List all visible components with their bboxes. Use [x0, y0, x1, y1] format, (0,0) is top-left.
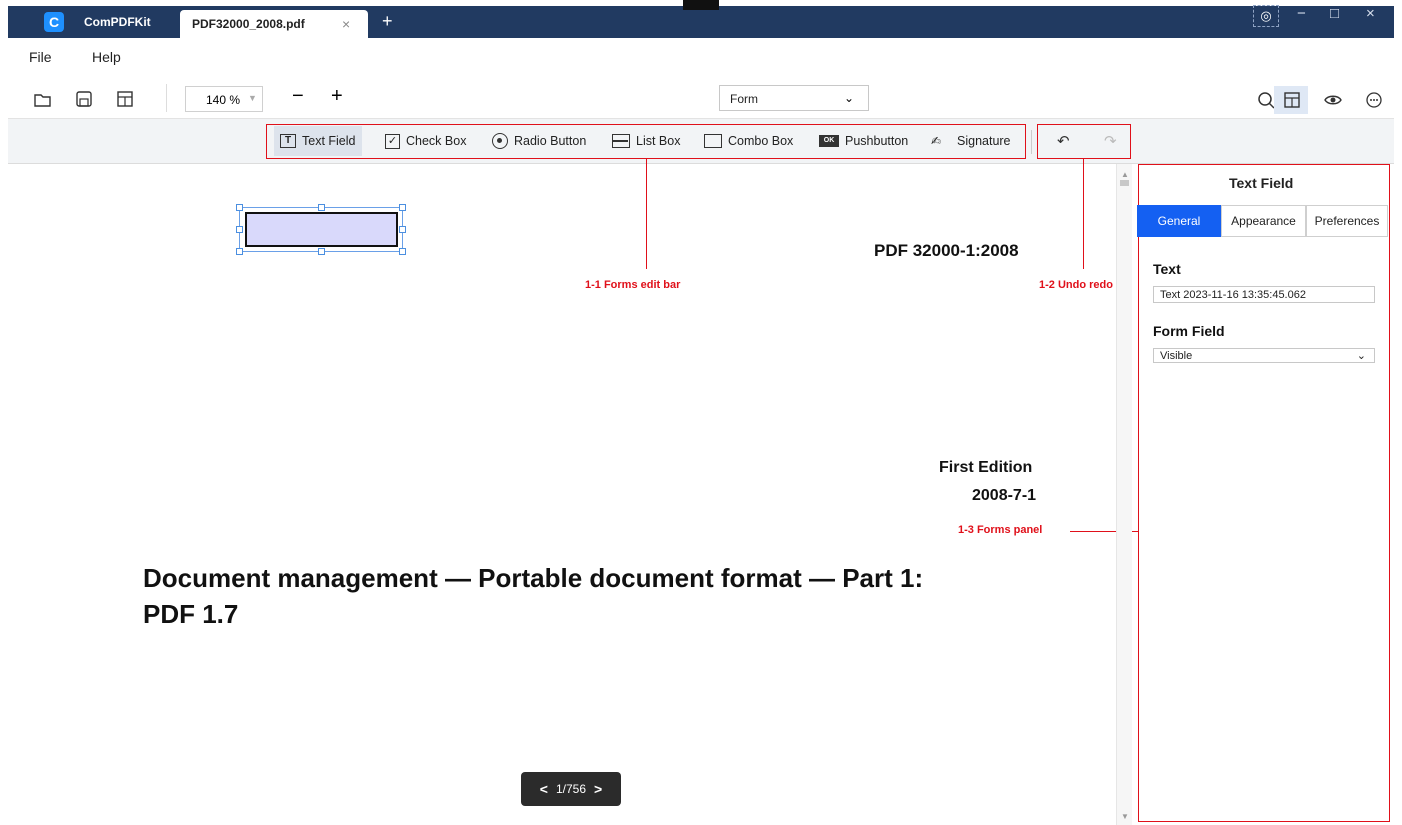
form-field-select[interactable]: Visible ⌄ — [1153, 348, 1375, 363]
maximize-button[interactable]: □ — [1330, 5, 1339, 22]
check-box-label: Check Box — [406, 134, 467, 148]
resize-handle[interactable] — [236, 204, 243, 211]
chevron-down-icon: ⌄ — [844, 91, 855, 105]
panel-title: Text Field — [1229, 175, 1294, 191]
resize-handle[interactable] — [399, 248, 406, 255]
resize-handle[interactable] — [399, 226, 406, 233]
layout-panel-icon[interactable] — [1282, 90, 1302, 110]
layout-icon[interactable] — [115, 89, 135, 109]
settings-eye-icon[interactable]: ◎ — [1253, 5, 1279, 27]
page-indicator: 1/756 — [555, 782, 587, 796]
signature-tool[interactable]: ✍ Signature — [925, 126, 1017, 156]
menu-help[interactable]: Help — [92, 49, 121, 65]
document-tab[interactable]: PDF32000_2008.pdf × — [180, 10, 368, 38]
toolbar-divider — [166, 84, 167, 112]
resize-handle[interactable] — [318, 248, 325, 255]
list-box-label: List Box — [636, 134, 681, 148]
redo-icon[interactable]: ↷ — [1104, 132, 1117, 150]
tab-preferences[interactable]: Preferences — [1306, 205, 1388, 237]
combo-box-tool[interactable]: Combo Box — [698, 126, 799, 156]
next-page-button[interactable]: > — [594, 781, 602, 797]
radio-button-tool[interactable]: Radio Button — [486, 126, 592, 156]
open-folder-icon[interactable] — [33, 90, 53, 110]
more-icon[interactable] — [1364, 90, 1384, 110]
annotation-edit-bar: 1-1 Forms edit bar — [585, 279, 681, 291]
signature-icon: ✍ — [931, 134, 942, 148]
app-name: ComPDFKit — [84, 15, 151, 29]
resize-handle[interactable] — [236, 248, 243, 255]
doc-title-line1: Document management — Portable document … — [143, 563, 924, 593]
doc-title-line2: PDF 1.7 — [143, 599, 239, 629]
page-navigator: < 1/756 > — [521, 772, 621, 806]
pushbutton-icon: OK — [819, 135, 839, 147]
doc-date: 2008-7-1 — [972, 487, 1037, 504]
document-view[interactable] — [8, 164, 1116, 825]
check-box-tool[interactable]: ✓ Check Box — [379, 126, 472, 156]
text-field-label: Text Field — [302, 134, 356, 148]
menu-bar: File Help — [8, 38, 1394, 70]
resize-handle[interactable] — [236, 226, 243, 233]
save-icon[interactable] — [74, 89, 94, 109]
mode-value: Form — [730, 92, 758, 106]
radio-button-icon — [492, 133, 508, 149]
title-bar: C ComPDFKit PDF32000_2008.pdf × + — [8, 6, 1394, 38]
signature-label: Signature — [957, 134, 1011, 148]
chevron-down-icon: ▼ — [248, 93, 257, 103]
check-box-icon: ✓ — [385, 133, 400, 149]
document-tab-label: PDF32000_2008.pdf — [192, 17, 305, 31]
annotation-undo-redo: 1-2 Undo redo — [1039, 279, 1113, 291]
new-tab-button[interactable]: + — [382, 11, 393, 32]
annotation-forms-panel: 1-3 Forms panel — [958, 524, 1043, 536]
chevron-up-icon[interactable]: ▲ — [1121, 170, 1129, 179]
text-field-tool[interactable]: T Text Field — [274, 126, 362, 156]
close-tab-icon[interactable]: × — [342, 16, 350, 32]
tab-general[interactable]: General — [1137, 205, 1221, 237]
list-box-tool[interactable]: List Box — [606, 126, 686, 156]
text-value-input[interactable]: Text 2023-11-16 13:35:45.062 — [1153, 286, 1375, 303]
zoom-out-button[interactable]: − — [292, 85, 304, 108]
annotation-line — [1083, 159, 1084, 269]
list-box-icon — [612, 134, 630, 148]
mode-select[interactable]: Form ⌄ — [719, 85, 869, 111]
chevron-down-icon[interactable]: ▼ — [1121, 812, 1129, 821]
pushbutton-tool[interactable]: OK Pushbutton — [813, 126, 914, 156]
menu-file[interactable]: File — [29, 49, 52, 65]
zoom-select[interactable]: 140 % ▼ — [185, 86, 263, 112]
app-logo-icon: C — [44, 12, 64, 32]
combo-box-label: Combo Box — [728, 134, 794, 148]
tab-appearance[interactable]: Appearance — [1221, 205, 1306, 237]
radio-button-label: Radio Button — [514, 134, 587, 148]
eye-icon[interactable] — [1323, 90, 1343, 110]
text-field-widget[interactable] — [245, 212, 398, 247]
text-section-label: Text — [1153, 261, 1181, 277]
minimize-button[interactable]: − — [1297, 5, 1306, 22]
combo-box-icon — [704, 134, 722, 148]
form-field-label: Form Field — [1153, 323, 1225, 339]
pushbutton-label: Pushbutton — [845, 134, 909, 148]
undo-icon[interactable]: ↶ — [1057, 132, 1070, 150]
chevron-down-icon: ⌄ — [1356, 350, 1366, 362]
form-field-value: Visible — [1160, 350, 1193, 362]
close-window-button[interactable]: × — [1366, 5, 1375, 22]
forms-bar-divider — [1031, 130, 1032, 154]
search-icon[interactable] — [1256, 90, 1276, 110]
prev-page-button[interactable]: < — [540, 781, 548, 797]
doc-edition: First Edition — [939, 459, 1033, 476]
zoom-value: 140 % — [206, 93, 241, 107]
scrollbar-thumb[interactable] — [1120, 180, 1129, 186]
resize-handle[interactable] — [318, 204, 325, 211]
text-field-icon: T — [280, 134, 296, 148]
resize-handle[interactable] — [399, 204, 406, 211]
vertical-scrollbar[interactable]: ▲ ▼ — [1116, 164, 1132, 825]
app-window: C ComPDFKit PDF32000_2008.pdf × + ◎ − □ … — [0, 0, 1402, 825]
annotation-line — [646, 159, 647, 269]
zoom-in-button[interactable]: + — [331, 85, 343, 108]
doc-standard-number: PDF 32000-1:2008 — [874, 241, 1019, 260]
window-grip — [683, 0, 719, 10]
